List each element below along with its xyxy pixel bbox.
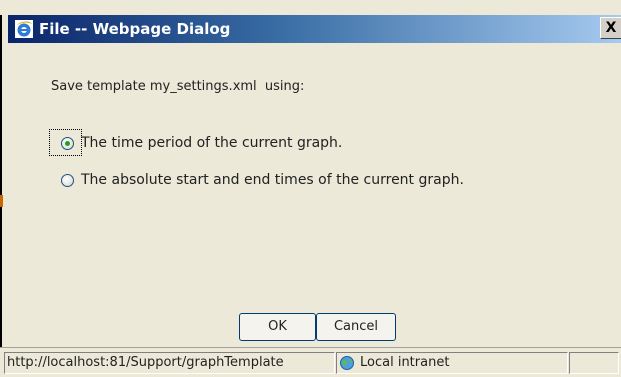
save-prompt: Save template my_settings.xml using: [51,79,305,94]
radio-time-period[interactable] [61,136,74,150]
close-icon: X [605,20,617,36]
option-absolute-times[interactable]: The absolute start and end times of the … [51,169,464,191]
ok-button[interactable]: OK [239,313,316,341]
option-time-period-label[interactable]: The time period of the current graph. [81,135,342,151]
intranet-globe-icon [339,355,355,371]
option-absolute-times-label[interactable]: The absolute start and end times of the … [81,172,464,188]
status-empty-panel [569,352,619,374]
window-left-edge [0,15,2,347]
status-url: http://localhost:81/Support/graphTemplat… [4,352,335,374]
close-button[interactable]: X [600,17,621,39]
radio-absolute-times[interactable] [61,173,74,187]
dialog-content: Save template my_settings.xml using: The… [8,43,621,347]
cancel-button[interactable]: Cancel [316,313,396,341]
status-zone-label: Local intranet [360,355,450,370]
title-bar[interactable]: File -- Webpage Dialog X [8,15,621,43]
dialog-title: File -- Webpage Dialog [39,20,231,38]
webpage-dialog: File -- Webpage Dialog X Save template m… [0,0,621,377]
status-zone: Local intranet [336,352,568,374]
status-bar: http://localhost:81/Support/graphTemplat… [0,347,621,377]
option-time-period[interactable]: The time period of the current graph. [51,132,342,154]
window-left-edge-mark [0,195,3,207]
ie-icon [14,19,34,39]
